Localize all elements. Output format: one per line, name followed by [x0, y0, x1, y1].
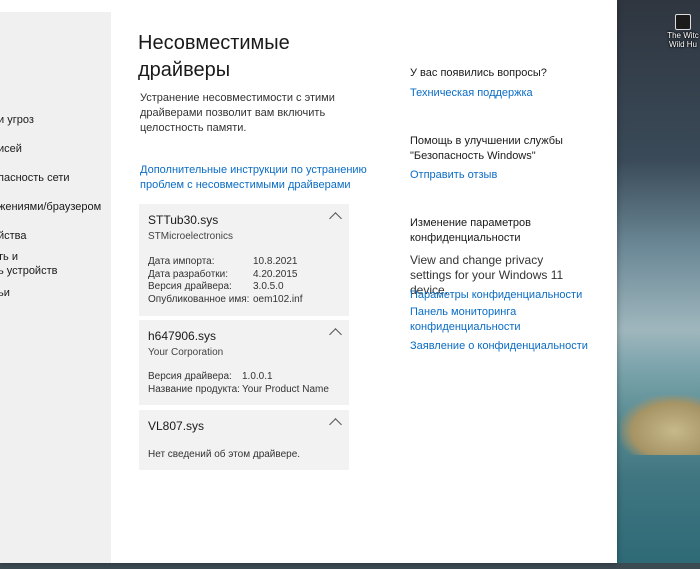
- driver-note: Нет сведений об этом драйвере.: [148, 449, 301, 460]
- driver-card[interactable]: h647906.sys Your Corporation Версия драй…: [139, 320, 349, 405]
- sidebar-item-virus-protection[interactable]: и угроз: [0, 114, 34, 126]
- field-key: Дата разработки:: [148, 269, 229, 280]
- field-value: 4.20.2015: [253, 269, 298, 280]
- field-key: Версия драйвера:: [148, 371, 232, 382]
- security-window: — ☐ ✕ и угроз исей пасность сети жениями…: [0, 0, 617, 563]
- driver-card[interactable]: STTub30.sys STMicroelectronics Дата импо…: [139, 204, 349, 316]
- driver-name: VL807.sys: [148, 419, 205, 433]
- privacy-statement-link[interactable]: Заявление о конфиденциальности: [410, 339, 600, 354]
- main-content: Несовместимые драйверы Устранение несовм…: [111, 0, 617, 563]
- driver-field: Название продукта: Your Product Name: [148, 384, 329, 395]
- sidebar-item-account-protection[interactable]: исей: [0, 143, 22, 155]
- privacy-dashboard-link[interactable]: Панель мониторинга конфиденциальности: [410, 305, 530, 335]
- sidebar-item-device-performance[interactable]: ть и: [0, 251, 18, 263]
- field-value: 10.8.2021: [253, 256, 298, 267]
- field-value: 1.0.0.1: [242, 371, 273, 382]
- sidebar-item-device-security[interactable]: йства: [0, 230, 27, 242]
- troubleshoot-link[interactable]: Дополнительные инструкции по устранению …: [140, 163, 370, 193]
- feedback-link[interactable]: Отправить отзыв: [410, 168, 600, 183]
- support-link[interactable]: Техническая поддержка: [410, 86, 600, 101]
- desktop-shortcut-label: The Witc Wild Hu: [667, 31, 699, 49]
- privacy-settings-link[interactable]: Параметры конфиденциальности: [410, 288, 600, 303]
- desktop-shortcut[interactable]: The Witc Wild Hu: [666, 14, 700, 49]
- page-title: Несовместимые драйверы: [138, 30, 338, 84]
- sidebar: и угроз исей пасность сети жениями/брауз…: [0, 12, 111, 563]
- driver-field: Версия драйвера: 1.0.0.1: [148, 371, 273, 382]
- driver-vendor: Your Corporation: [148, 347, 224, 358]
- field-value: Your Product Name: [242, 384, 329, 395]
- questions-heading: У вас появились вопросы?: [410, 67, 547, 79]
- driver-field: Опубликованное имя: oem102.inf: [148, 294, 302, 305]
- game-shortcut-icon: [675, 14, 691, 30]
- driver-name: STTub30.sys: [148, 213, 219, 227]
- chevron-up-icon[interactable]: [329, 418, 342, 431]
- driver-field: Дата импорта: 10.8.2021: [148, 256, 298, 267]
- chevron-up-icon[interactable]: [329, 328, 342, 341]
- chevron-up-icon[interactable]: [329, 212, 342, 225]
- sidebar-item-firewall[interactable]: пасность сети: [0, 172, 70, 184]
- desktop-wallpaper-detail: [620, 395, 700, 455]
- page-description: Устранение несовместимости с этими драйв…: [140, 92, 335, 134]
- driver-name: h647906.sys: [148, 329, 217, 343]
- driver-card[interactable]: VL807.sys Нет сведений об этом драйвере.: [139, 410, 349, 470]
- driver-field: Версия драйвера: 3.0.5.0: [148, 281, 284, 292]
- improve-heading: Помощь в улучшении службы "Безопасность …: [410, 135, 563, 162]
- field-value: oem102.inf: [253, 294, 303, 305]
- sidebar-item-app-browser-control[interactable]: жениями/браузером: [0, 201, 101, 213]
- taskbar-edge: [0, 563, 700, 569]
- field-value: 3.0.5.0: [253, 281, 284, 292]
- field-key: Опубликованное имя:: [148, 294, 250, 305]
- field-key: Дата импорта:: [148, 256, 215, 267]
- sidebar-item-device-performance-2[interactable]: ь устройств: [0, 265, 57, 277]
- driver-field: Дата разработки: 4.20.2015: [148, 269, 298, 280]
- page-title-line2: драйверы: [138, 59, 231, 81]
- sidebar-item-family-options[interactable]: ьи: [0, 287, 10, 299]
- field-key: Название продукта:: [148, 384, 240, 395]
- driver-vendor: STMicroelectronics: [148, 231, 234, 242]
- field-key: Версия драйвера:: [148, 281, 232, 292]
- page-title-line1: Несовместимые: [138, 32, 290, 54]
- privacy-heading: Изменение параметров конфиденциальности: [410, 217, 531, 244]
